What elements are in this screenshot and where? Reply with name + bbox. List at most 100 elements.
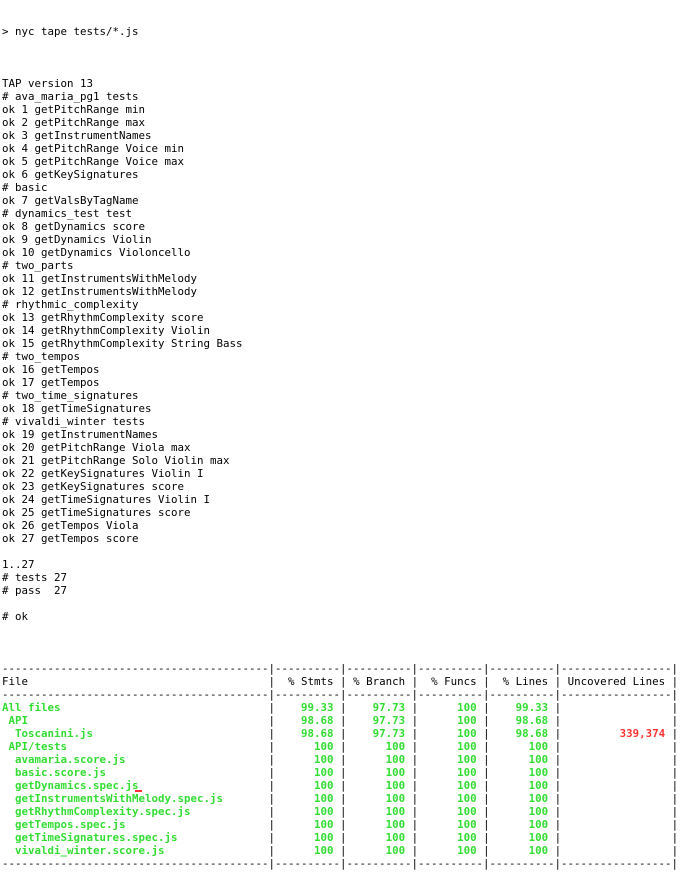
tap-result: ok 26 getTempos Viola [2,519,139,532]
cell-uncovered [561,701,672,714]
header-metric: % Branch [346,675,412,688]
cell-stmts: 99.33 [275,701,341,714]
tap-result: ok 4 getPitchRange Voice min [2,142,185,155]
cell-lines: 100 [489,844,555,857]
cell-lines: 98.68 [489,714,555,727]
table-row: API/tests | 100 | 100 | 100 | 100 | | [2,740,679,753]
tap-result: ok 15 getRhythmComplexity String Bass [2,337,243,350]
cell-stmts: 100 [275,766,341,779]
cell-file: API/tests [2,740,269,753]
cell-uncovered [561,844,672,857]
coverage-table: ----------------------------------------… [2,662,691,870]
tap-line: 1..27 [2,558,35,571]
cell-uncovered [561,740,672,753]
cell-branch: 97.73 [346,701,412,714]
cell-stmts: 100 [275,831,341,844]
cell-branch: 100 [346,818,412,831]
cell-stmts: 100 [275,818,341,831]
table-row: getRhythmComplexity.spec.js | 100 | 100 … [2,805,679,818]
table-separator: ----------------------------------------… [2,688,679,701]
tap-result: ok 1 getPitchRange min [2,103,146,116]
cell-lines: 100 [489,779,555,792]
tap-comment: # two_tempos [2,350,81,363]
command-line: > nyc tape tests/*.js [2,25,139,38]
cell-funcs: 100 [418,753,484,766]
tap-comment: # two_parts [2,259,74,272]
cell-lines: 98.68 [489,727,555,740]
tap-comment: # tests 27 [2,571,68,584]
tap-comment: # basic [2,181,48,194]
tap-result: ok 10 getDynamics Violoncello [2,246,191,259]
table-row: getInstrumentsWithMelody.spec.js | 100 |… [2,792,679,805]
cell-funcs: 100 [418,844,484,857]
table-row: avamaria.score.js | 100 | 100 | 100 | 10… [2,753,679,766]
cell-uncovered [561,805,672,818]
tap-line [2,64,691,77]
cell-stmts: 100 [275,844,341,857]
tap-result: ok 14 getRhythmComplexity Violin [2,324,211,337]
cell-lines: 100 [489,766,555,779]
tap-result: ok 22 getKeySignatures Violin I [2,467,204,480]
cell-funcs: 100 [418,818,484,831]
tap-result: ok 21 getPitchRange Solo Violin max [2,454,230,467]
tap-result: ok 20 getPitchRange Viola max [2,441,191,454]
cell-stmts: 100 [275,779,341,792]
cell-funcs: 100 [418,714,484,727]
cell-funcs: 100 [418,727,484,740]
cell-stmts: 98.68 [275,714,341,727]
tap-result: ok 5 getPitchRange Voice max [2,155,185,168]
tap-result: ok 23 getKeySignatures score [2,480,185,493]
table-row: API | 98.68 | 97.73 | 100 | 98.68 | | [2,714,679,727]
cell-branch: 100 [346,753,412,766]
cell-file: avamaria.score.js [2,753,269,766]
table-row: getDynamics.spec.js | 100 | 100 | 100 | … [2,779,679,792]
cell-file: getTempos.spec.js [2,818,269,831]
cell-stmts: 100 [275,805,341,818]
cell-uncovered [561,714,672,727]
cursor [135,790,142,792]
tap-result: ok 8 getDynamics score [2,220,146,233]
cell-stmts: 100 [275,753,341,766]
cell-lines: 99.33 [489,701,555,714]
cell-uncovered [561,792,672,805]
tap-result: ok 2 getPitchRange max [2,116,146,129]
cell-file: getRhythmComplexity.spec.js [2,805,269,818]
tap-line [2,545,691,558]
cell-branch: 97.73 [346,727,412,740]
cell-lines: 100 [489,818,555,831]
tap-comment: # rhythmic_complexity [2,298,139,311]
cell-uncovered: 339,374 [561,727,672,740]
cell-uncovered [561,831,672,844]
cell-funcs: 100 [418,779,484,792]
cell-lines: 100 [489,753,555,766]
table-row: All files | 99.33 | 97.73 | 100 | 99.33 … [2,701,679,714]
header-file: File [2,675,269,688]
cell-branch: 100 [346,805,412,818]
tap-result: ok 16 getTempos [2,363,100,376]
tap-line [2,597,691,610]
cell-file: Toscanini.js [2,727,269,740]
cell-lines: 100 [489,792,555,805]
cell-branch: 100 [346,831,412,844]
cell-branch: 100 [346,844,412,857]
cell-lines: 100 [489,805,555,818]
tap-result: ok 27 getTempos score [2,532,139,545]
terminal-output[interactable]: > nyc tape tests/*.js TAP version 13 # av… [2,0,691,883]
cell-uncovered [561,818,672,831]
cell-lines: 100 [489,740,555,753]
tap-result: ok 17 getTempos [2,376,100,389]
tap-result: ok 12 getInstrumentsWithMelody [2,285,198,298]
cell-funcs: 100 [418,740,484,753]
tap-result: ok 7 getValsByTagName [2,194,139,207]
cell-file: vivaldi_winter.score.js [2,844,269,857]
cell-branch: 100 [346,766,412,779]
tap-output: TAP version 13 # ava_maria_pg1 tests ok 1 … [2,64,691,636]
tap-comment: # dynamics_test test [2,207,133,220]
tap-comment: # pass 27 [2,584,68,597]
cell-file: basic.score.js [2,766,269,779]
table-header: File | % Stmts | % Branch | % Funcs | % … [2,675,679,688]
cell-file: getInstrumentsWithMelody.spec.js [2,792,269,805]
cell-funcs: 100 [418,766,484,779]
tap-result: ok 3 getInstrumentNames [2,129,152,142]
tap-result: ok 19 getInstrumentNames [2,428,159,441]
